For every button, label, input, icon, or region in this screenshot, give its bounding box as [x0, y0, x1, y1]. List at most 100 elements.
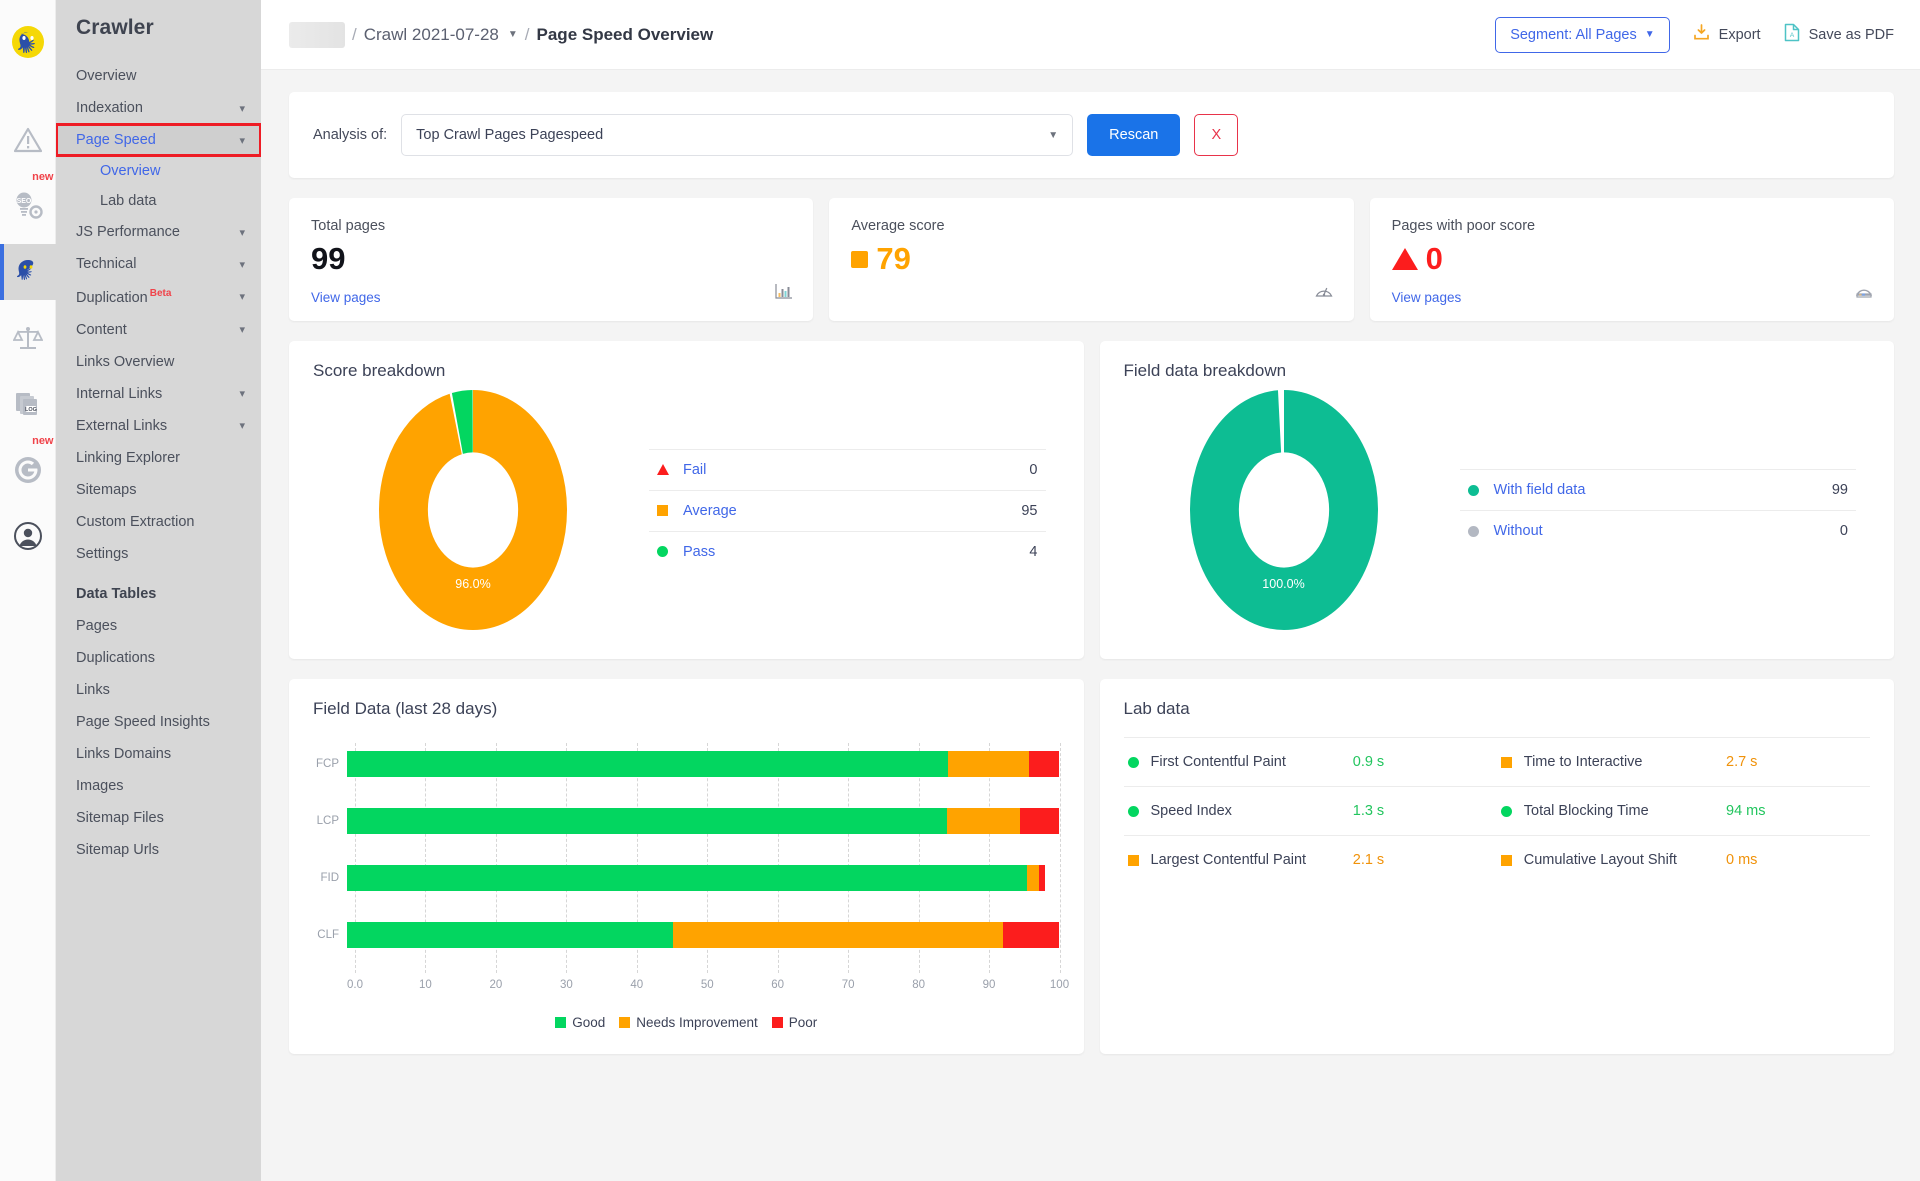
content-area: Analysis of: Top Crawl Pages Pagespeed ▼…	[261, 70, 1920, 1074]
legend-item-poor: Poor	[771, 1015, 817, 1030]
legend-label: Good	[572, 1015, 606, 1031]
seo-bulb-gear-icon[interactable]: new SEO	[0, 172, 56, 234]
kpi-value: 99	[311, 241, 346, 276]
chevron-down-icon: ▼	[1644, 29, 1655, 40]
field-data-breakdown-donut: 100.0%	[1124, 385, 1444, 635]
sidebar-item-overview[interactable]: Overview	[56, 60, 261, 92]
sidebar-item-label: Links Overview	[76, 353, 175, 370]
sidebar-item-page-speed[interactable]: Page Speed ▾	[56, 123, 261, 157]
rail-badge-new-google: new	[32, 435, 54, 447]
sidebar-item-external-links[interactable]: External Links ▾	[56, 410, 261, 442]
sidebar-subitem-label: Overview	[100, 163, 161, 179]
legend-item-needs-improvement: Needs Improvement	[619, 1015, 758, 1030]
sidebar-item-sitemap-files[interactable]: Sitemap Files	[56, 802, 261, 834]
legend-label[interactable]: With field data	[1494, 482, 1586, 498]
field-data-breakdown-body: 100.0% With field data 99 Without 0	[1124, 385, 1871, 635]
breadcrumb-project-redacted[interactable]	[289, 21, 345, 48]
svg-text:LOG: LOG	[25, 407, 37, 413]
stacked-bar	[347, 751, 1060, 778]
svg-text:SEO: SEO	[16, 198, 31, 205]
sidebar-item-links[interactable]: Links	[56, 674, 261, 706]
lab-data-table: First Contentful Paint 0.9 s Time to Int…	[1123, 737, 1870, 884]
sidebar-item-technical[interactable]: Technical ▾	[56, 248, 261, 280]
log-files-icon[interactable]: LOG	[0, 376, 56, 432]
sidebar-subitem-page-speed-overview[interactable]: Overview	[56, 156, 261, 186]
x-axis-tick: 90	[982, 979, 996, 992]
legend-value: 0	[1029, 461, 1038, 478]
score-breakdown-title: Score breakdown	[313, 361, 446, 381]
view-pages-link[interactable]: View pages	[1392, 290, 1872, 305]
google-g-icon[interactable]: new	[0, 436, 56, 498]
x-axis-tick: 60	[771, 979, 785, 992]
sidebar-item-label: Linking Explorer	[76, 449, 180, 466]
sidebar-item-label: Pages	[76, 617, 118, 634]
field-data-bar-fid: FID	[313, 865, 1060, 892]
x-axis-tick: 30	[559, 979, 573, 992]
scales-icon[interactable]	[0, 310, 56, 366]
export-button[interactable]: Export	[1692, 23, 1761, 46]
x-axis-tick: 10	[419, 979, 432, 992]
sidebar-item-sitemaps[interactable]: Sitemaps	[56, 474, 261, 506]
status-triangle-red-icon	[1391, 248, 1418, 271]
sidebar-item-custom-extraction[interactable]: Custom Extraction	[56, 506, 261, 538]
lab-data-card: Lab data First Contentful Paint 0.9 s Ti…	[1099, 679, 1894, 1055]
sidebar-item-internal-links[interactable]: Internal Links ▾	[56, 378, 261, 410]
bar-segment-needs-improvement	[948, 751, 1029, 778]
analysis-select[interactable]: Top Crawl Pages Pagespeed ▼	[401, 114, 1074, 156]
sidebar-item-images[interactable]: Images	[56, 770, 261, 802]
top-bar-actions: Segment: All Pages ▼ Export A Save as PD…	[1495, 16, 1894, 53]
octopus-crawler-icon[interactable]	[0, 244, 56, 300]
lab-metric-value: 1.3 s	[1352, 803, 1385, 820]
sidebar-item-settings[interactable]: Settings	[56, 538, 261, 570]
sidebar-item-links-overview[interactable]: Links Overview	[56, 346, 261, 378]
segment-selector-button[interactable]: Segment: All Pages ▼	[1495, 16, 1670, 53]
sidebar-item-linking-explorer[interactable]: Linking Explorer	[56, 442, 261, 474]
export-label: Export	[1718, 26, 1761, 43]
sidebar-item-links-domains[interactable]: Links Domains	[56, 738, 261, 770]
sidebar-item-label: Technical	[76, 256, 137, 272]
top-bar: / Crawl 2021-07-28 ▼ / Page Speed Overvi…	[261, 0, 1920, 70]
sidebar-item-page-speed-insights[interactable]: Page Speed Insights	[56, 706, 261, 738]
legend-label[interactable]: Without	[1494, 523, 1543, 539]
sidebar-item-indexation[interactable]: Indexation ▾	[56, 92, 261, 124]
sidebar-subitem-page-speed-lab-data[interactable]: Lab data	[56, 186, 261, 216]
breadcrumb-separator: /	[352, 24, 357, 44]
score-donut-svg	[379, 390, 567, 631]
sidebar-item-js-performance[interactable]: JS Performance ▾	[56, 216, 261, 248]
bar-segment-needs-improvement	[946, 808, 1020, 835]
kpi-card-average-score: Average score 79	[829, 198, 1354, 322]
legend-label[interactable]: Average	[683, 503, 737, 519]
sidebar-item-text: Duplication	[76, 289, 148, 306]
view-pages-link[interactable]: View pages	[311, 290, 791, 305]
sidebar-item-label: Sitemap Urls	[76, 841, 159, 858]
sidebar-item-content[interactable]: Content ▾	[56, 314, 261, 346]
user-account-icon[interactable]	[0, 508, 56, 564]
square-green-icon	[555, 1017, 567, 1029]
kpi-card-row: Total pages 99 View pages Average score …	[289, 198, 1894, 322]
sidebar-item-label: Internal Links	[76, 385, 163, 402]
legend-label[interactable]: Fail	[683, 462, 706, 478]
chevron-down-icon[interactable]: ▼	[508, 29, 518, 40]
chevron-down-icon: ▾	[239, 134, 245, 147]
legend-label[interactable]: Pass	[683, 544, 715, 560]
chevron-down-icon: ▾	[239, 291, 245, 304]
score-breakdown-legend: Fail 0 Average 95 Pass 4	[633, 448, 1060, 572]
breadcrumb-crawl[interactable]: Crawl 2021-07-28	[364, 25, 499, 45]
sidebar-item-duplication[interactable]: Duplication Beta ▾	[56, 280, 261, 314]
save-as-pdf-button[interactable]: A Save as PDF	[1783, 23, 1894, 46]
chevron-down-icon: ▾	[239, 420, 245, 433]
analysis-of-label: Analysis of:	[313, 127, 388, 143]
octopus-logo-icon[interactable]	[0, 14, 56, 70]
lab-metric-name: Time to Interactive	[1523, 754, 1643, 771]
score-breakdown-body: 96.0% Fail 0 Average 95 Pass 4	[313, 385, 1060, 635]
lab-metric-name: Largest Contentful Paint	[1150, 852, 1307, 869]
legend-row-without: Without 0	[1459, 510, 1856, 551]
rescan-button[interactable]: Rescan	[1087, 114, 1181, 156]
sidebar-item-duplications[interactable]: Duplications	[56, 642, 261, 674]
sidebar-item-sitemap-urls[interactable]: Sitemap Urls	[56, 834, 261, 866]
sidebar-item-pages[interactable]: Pages	[56, 610, 261, 642]
alert-triangle-icon[interactable]	[0, 112, 56, 168]
cancel-scan-button[interactable]: X	[1194, 114, 1239, 156]
x-axis-tick: 20	[489, 979, 503, 992]
score-donut-percent-label: 96.0%	[455, 577, 491, 592]
